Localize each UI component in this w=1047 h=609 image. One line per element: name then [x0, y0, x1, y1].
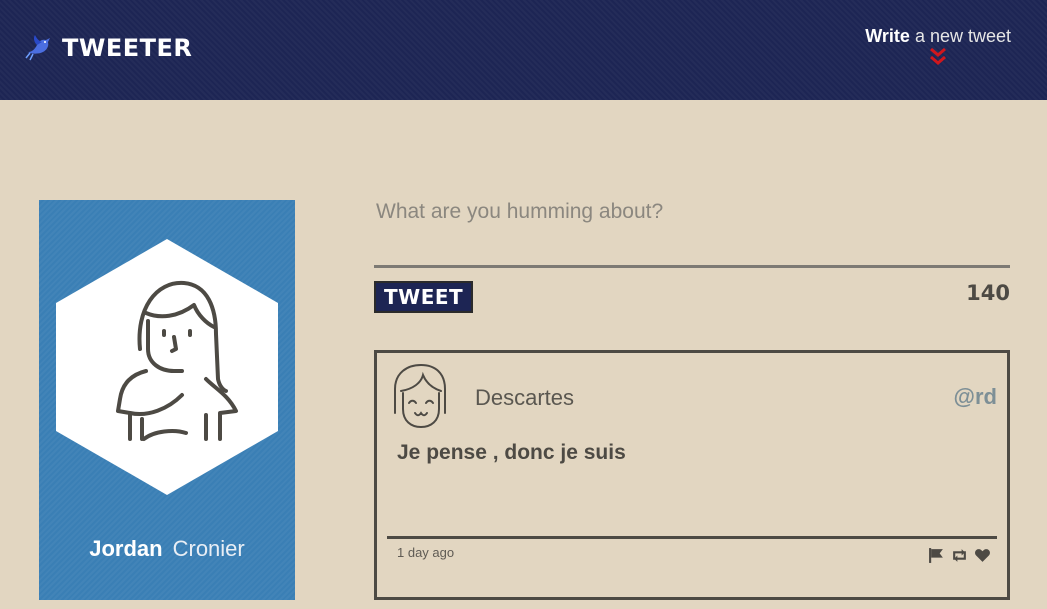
bird-icon	[25, 35, 50, 61]
top-nav: TWEETER Write a new tweet	[0, 0, 1047, 100]
profile-last-name: Cronier	[172, 536, 245, 561]
tweet-card: Descartes @rd Je pense , donc je suis 1 …	[374, 350, 1010, 600]
composer-actions: TWEET 140	[374, 279, 1010, 319]
tweet-author: Descartes	[475, 385, 575, 410]
tweet-button[interactable]: TWEET	[374, 281, 474, 313]
profile-first-name: Jordan	[89, 536, 163, 561]
tweet-actions	[928, 547, 991, 564]
compose-toggle[interactable]: Write a new tweet	[865, 26, 1011, 67]
profile-name: Jordan Cronier	[39, 536, 295, 562]
tweet-input[interactable]	[374, 192, 1010, 268]
heart-icon[interactable]	[974, 547, 991, 564]
tweet-composer: TWEET 140	[374, 192, 1010, 319]
profile-card: Jordan Cronier	[39, 200, 295, 600]
brand-name: TWEETER	[62, 34, 193, 62]
tweet-footer: 1 day ago	[387, 536, 997, 589]
brand[interactable]: TWEETER	[24, 32, 192, 64]
retweet-icon[interactable]	[951, 547, 968, 564]
tweet-handle[interactable]: @rd	[954, 384, 997, 410]
double-chevron-down-icon[interactable]	[928, 47, 948, 67]
tweet-body: Je pense , donc je suis	[397, 441, 626, 464]
char-counter: 140	[966, 281, 1010, 305]
author-avatar	[394, 363, 446, 429]
user-avatar-icon	[56, 239, 278, 495]
compose-toggle-bold: Write	[865, 26, 910, 46]
compose-toggle-rest: a new tweet	[909, 26, 1011, 46]
tweet-timestamp: 1 day ago	[397, 545, 455, 560]
flag-icon[interactable]	[928, 547, 945, 564]
